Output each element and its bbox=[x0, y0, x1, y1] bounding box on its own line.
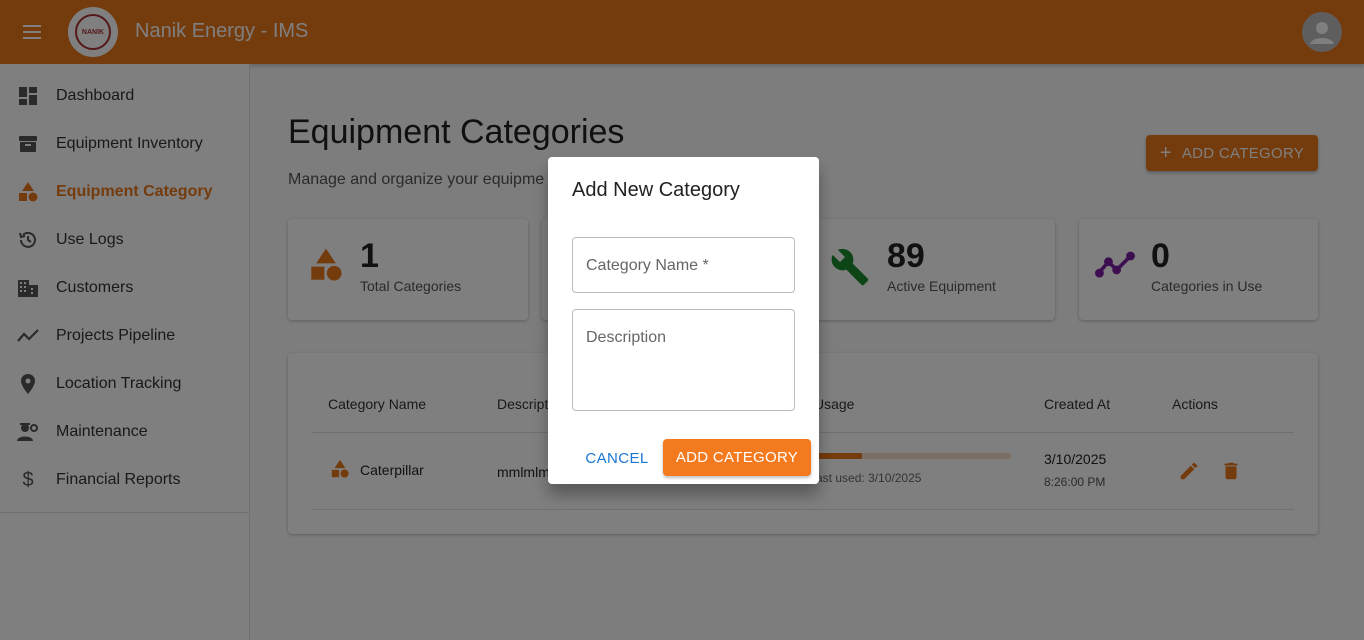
dialog-title: Add New Category bbox=[572, 179, 740, 201]
category-name-placeholder: Category Name * bbox=[586, 257, 709, 274]
category-name-field[interactable]: Category Name * bbox=[572, 237, 795, 293]
submit-add-category-button[interactable]: ADD CATEGORY bbox=[663, 439, 811, 476]
description-field[interactable]: Description bbox=[572, 309, 795, 411]
description-placeholder: Description bbox=[586, 329, 667, 346]
add-category-dialog: Add New Category Category Name * Descrip… bbox=[548, 157, 819, 484]
cancel-button[interactable]: CANCEL bbox=[580, 440, 654, 476]
